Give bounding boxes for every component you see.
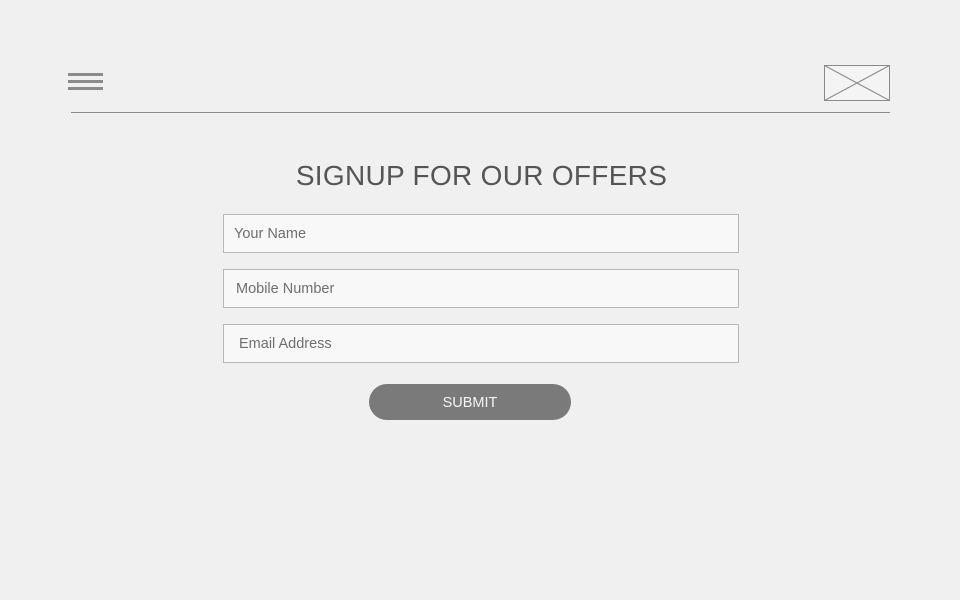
page-title: SIGNUP FOR OUR OFFERS (295, 160, 668, 191)
menu-bar (68, 73, 103, 76)
email-address-input[interactable] (223, 324, 739, 363)
name-input[interactable] (223, 214, 739, 253)
menu-bar (68, 80, 103, 83)
menu-bar (68, 87, 103, 90)
mobile-number-input[interactable] (223, 269, 739, 308)
logo-image-placeholder (824, 65, 890, 101)
header-divider (71, 112, 890, 113)
hamburger-menu-icon[interactable] (68, 73, 103, 92)
image-placeholder-icon (824, 65, 890, 101)
submit-button[interactable]: SUBMIT (369, 384, 571, 420)
